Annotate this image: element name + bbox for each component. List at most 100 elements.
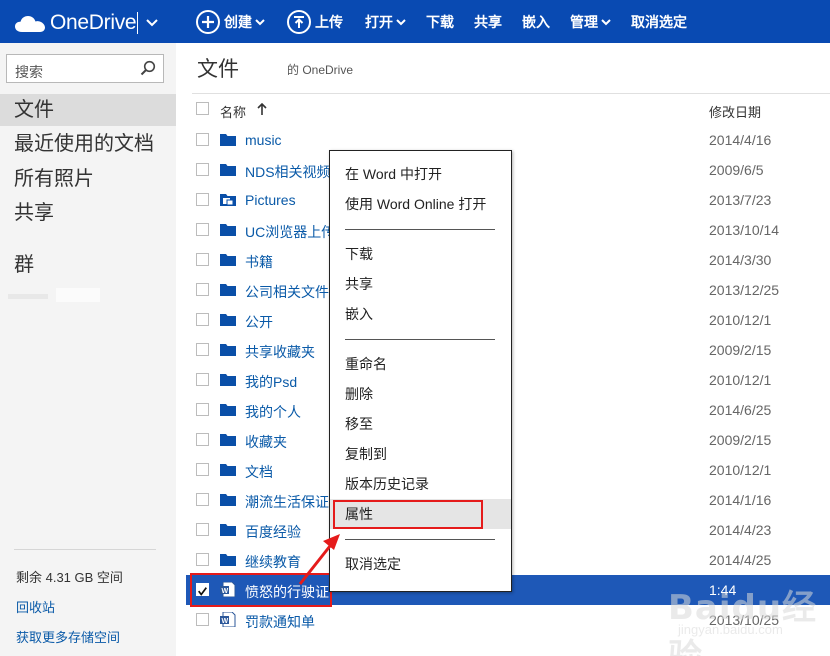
file-name[interactable]: NDS相关视频 <box>245 162 331 182</box>
download-label: 下载 <box>426 13 454 30</box>
row-checkbox[interactable] <box>196 523 209 536</box>
row-checkbox[interactable] <box>196 613 209 626</box>
row-checkbox[interactable] <box>196 343 209 356</box>
file-name[interactable]: UC浏览器上传 <box>245 222 335 242</box>
upload-label: 上传 <box>315 13 343 30</box>
file-name[interactable]: 我的个人 <box>245 402 301 422</box>
menu-open-in-word[interactable]: 在 Word 中打开 <box>330 159 511 189</box>
modified-date: 2014/6/25 <box>709 402 772 418</box>
nav-item-photos[interactable]: 所有照片 <box>0 163 176 195</box>
page-subtitle: 的 OneDrive <box>287 63 354 77</box>
deselect-button[interactable]: 取消选定 <box>631 0 687 43</box>
row-checkbox[interactable] <box>196 403 209 416</box>
modified-date: 2014/4/16 <box>709 132 772 148</box>
left-navigation: 搜索 文件 最近使用的文档 所有照片 共享 群 剩余 4.31 GB 空间 回收… <box>0 43 176 656</box>
chevron-down-icon[interactable] <box>145 16 159 30</box>
file-name[interactable]: 公开 <box>245 312 273 332</box>
folder-icon <box>220 463 236 476</box>
row-checkbox[interactable] <box>196 253 209 266</box>
modified-date: 2009/6/5 <box>709 162 764 178</box>
column-header-date[interactable]: 修改日期 <box>709 102 761 121</box>
file-name[interactable]: music <box>245 132 282 148</box>
get-more-storage-link[interactable]: 获取更多存储空间 <box>16 627 120 646</box>
file-name[interactable]: 共享收藏夹 <box>245 342 315 362</box>
word-document-icon: W <box>220 611 236 628</box>
nav-item-files[interactable]: 文件 <box>0 94 176 126</box>
folder-icon <box>220 373 236 386</box>
header-divider <box>192 93 830 94</box>
upload-button[interactable]: 上传 <box>287 0 343 43</box>
row-checkbox[interactable] <box>196 553 209 566</box>
nav-item-shared[interactable]: 共享 <box>0 197 176 229</box>
photo-folder-icon <box>220 193 236 206</box>
folder-icon <box>220 343 236 356</box>
menu-embed[interactable]: 嵌入 <box>330 299 511 329</box>
onedrive-logo[interactable]: OneDrive <box>14 10 137 36</box>
row-checkbox[interactable] <box>196 373 209 386</box>
row-checkbox[interactable] <box>196 283 209 296</box>
modified-date: 2013/7/23 <box>709 192 772 208</box>
create-button[interactable]: 创建 <box>196 0 265 43</box>
folder-icon <box>220 523 236 536</box>
row-checkbox[interactable] <box>196 193 209 206</box>
watermark-text: Baidu经验 <box>668 588 818 656</box>
file-name[interactable]: 收藏夹 <box>245 432 287 452</box>
row-checkbox[interactable] <box>196 133 209 146</box>
modified-date: 2009/2/15 <box>709 342 772 358</box>
search-input[interactable]: 搜索 <box>15 62 43 82</box>
nav-item-recent[interactable]: 最近使用的文档 <box>0 128 176 160</box>
menu-copy-to[interactable]: 复制到 <box>330 439 511 469</box>
row-checkbox[interactable] <box>196 463 209 476</box>
row-checkbox[interactable] <box>196 433 209 446</box>
menu-delete[interactable]: 删除 <box>330 379 511 409</box>
annotation-arrow-icon <box>298 534 340 585</box>
file-name[interactable]: 书籍 <box>245 252 273 272</box>
menu-share[interactable]: 共享 <box>330 269 511 299</box>
file-name[interactable]: 文档 <box>245 462 273 482</box>
deselect-label: 取消选定 <box>631 13 687 30</box>
folder-icon <box>220 283 236 296</box>
menu-divider <box>345 339 495 340</box>
chevron-down-icon <box>396 18 406 25</box>
select-all-checkbox[interactable] <box>196 102 209 115</box>
modified-date: 2010/12/1 <box>709 372 772 388</box>
embed-button[interactable]: 嵌入 <box>522 0 550 43</box>
row-checkbox[interactable] <box>196 163 209 176</box>
menu-divider <box>345 229 495 230</box>
folder-icon <box>220 223 236 236</box>
share-button[interactable]: 共享 <box>474 0 502 43</box>
file-name[interactable]: 罚款通知单 <box>245 612 315 632</box>
row-checkbox[interactable] <box>196 493 209 506</box>
download-button[interactable]: 下载 <box>426 0 454 43</box>
modified-date: 2013/10/14 <box>709 222 780 238</box>
modified-date: 2014/1/16 <box>709 492 772 508</box>
sort-ascending-icon[interactable] <box>257 103 267 115</box>
watermark-url: jingyan.baidu.com <box>678 622 783 637</box>
column-header-name[interactable]: 名称 <box>220 102 246 121</box>
file-name[interactable]: 我的Psd <box>245 372 297 392</box>
menu-open-in-word-online[interactable]: 使用 Word Online 打开 <box>330 189 511 219</box>
open-button[interactable]: 打开 <box>365 0 406 43</box>
folder-icon <box>220 133 236 146</box>
row-checkbox[interactable] <box>196 313 209 326</box>
brand-name: OneDrive <box>50 11 137 34</box>
row-checkbox[interactable] <box>196 223 209 236</box>
nav-item-groups[interactable]: 群 <box>0 249 176 281</box>
search-box[interactable]: 搜索 <box>6 54 164 83</box>
menu-rename[interactable]: 重命名 <box>330 349 511 379</box>
folder-icon <box>220 433 236 446</box>
menu-download[interactable]: 下载 <box>330 239 511 269</box>
menu-move-to[interactable]: 移至 <box>330 409 511 439</box>
search-icon[interactable] <box>140 60 156 76</box>
chevron-down-icon <box>255 18 265 25</box>
menu-version-history[interactable]: 版本历史记录 <box>330 469 511 499</box>
plus-icon <box>196 9 220 34</box>
recycle-bin-link[interactable]: 回收站 <box>16 597 55 616</box>
file-name[interactable]: Pictures <box>245 192 296 208</box>
svg-text:W: W <box>222 618 229 625</box>
create-label: 创建 <box>224 13 252 30</box>
menu-deselect[interactable]: 取消选定 <box>330 549 511 579</box>
file-name[interactable]: 潮流生活保证 <box>245 492 329 512</box>
manage-button[interactable]: 管理 <box>570 0 611 43</box>
file-name[interactable]: 公司相关文件 <box>245 282 329 302</box>
